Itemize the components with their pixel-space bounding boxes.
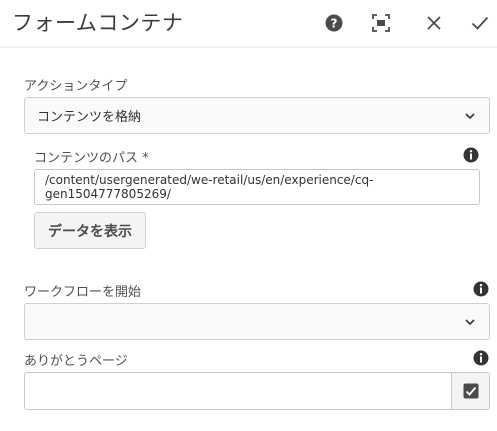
dialog-header: フォームコンテナ ? <box>0 0 497 48</box>
help-icon[interactable]: ? <box>324 13 344 33</box>
chevron-down-icon <box>465 112 475 119</box>
svg-text:?: ? <box>331 17 338 31</box>
content-path-value: /content/usergenerated/we-retail/us/en/e… <box>45 173 374 201</box>
thank-you-page-label: ありがとうページ <box>24 354 128 369</box>
workflow-label: ワークフローを開始 <box>24 285 142 300</box>
action-type-value: コンテンツを格納 <box>37 110 142 125</box>
content-path-label: コンテンツのパス * <box>34 151 149 166</box>
info-icon[interactable] <box>463 147 479 163</box>
content-path-input[interactable]: /content/usergenerated/we-retail/us/en/e… <box>34 169 480 205</box>
dialog-title: フォームコンテナ <box>12 11 184 35</box>
checkmark-icon[interactable] <box>470 13 490 33</box>
chevron-down-icon <box>465 318 475 325</box>
dialog-body: アクションタイプ コンテンツを格納 コンテンツのパス * /content/us… <box>0 48 497 431</box>
action-type-label: アクションタイプ <box>24 79 128 94</box>
fullscreen-icon[interactable] <box>371 13 391 33</box>
checkbox-picker-icon <box>463 383 478 399</box>
workflow-select[interactable] <box>24 303 490 340</box>
info-icon[interactable] <box>473 350 489 366</box>
thank-you-page-input[interactable] <box>24 372 490 410</box>
close-icon[interactable] <box>424 13 444 33</box>
view-data-button[interactable]: データを表示 <box>34 212 146 249</box>
path-picker-button[interactable] <box>451 373 489 409</box>
action-type-select[interactable]: コンテンツを格納 <box>24 97 490 134</box>
info-icon[interactable] <box>473 281 489 297</box>
